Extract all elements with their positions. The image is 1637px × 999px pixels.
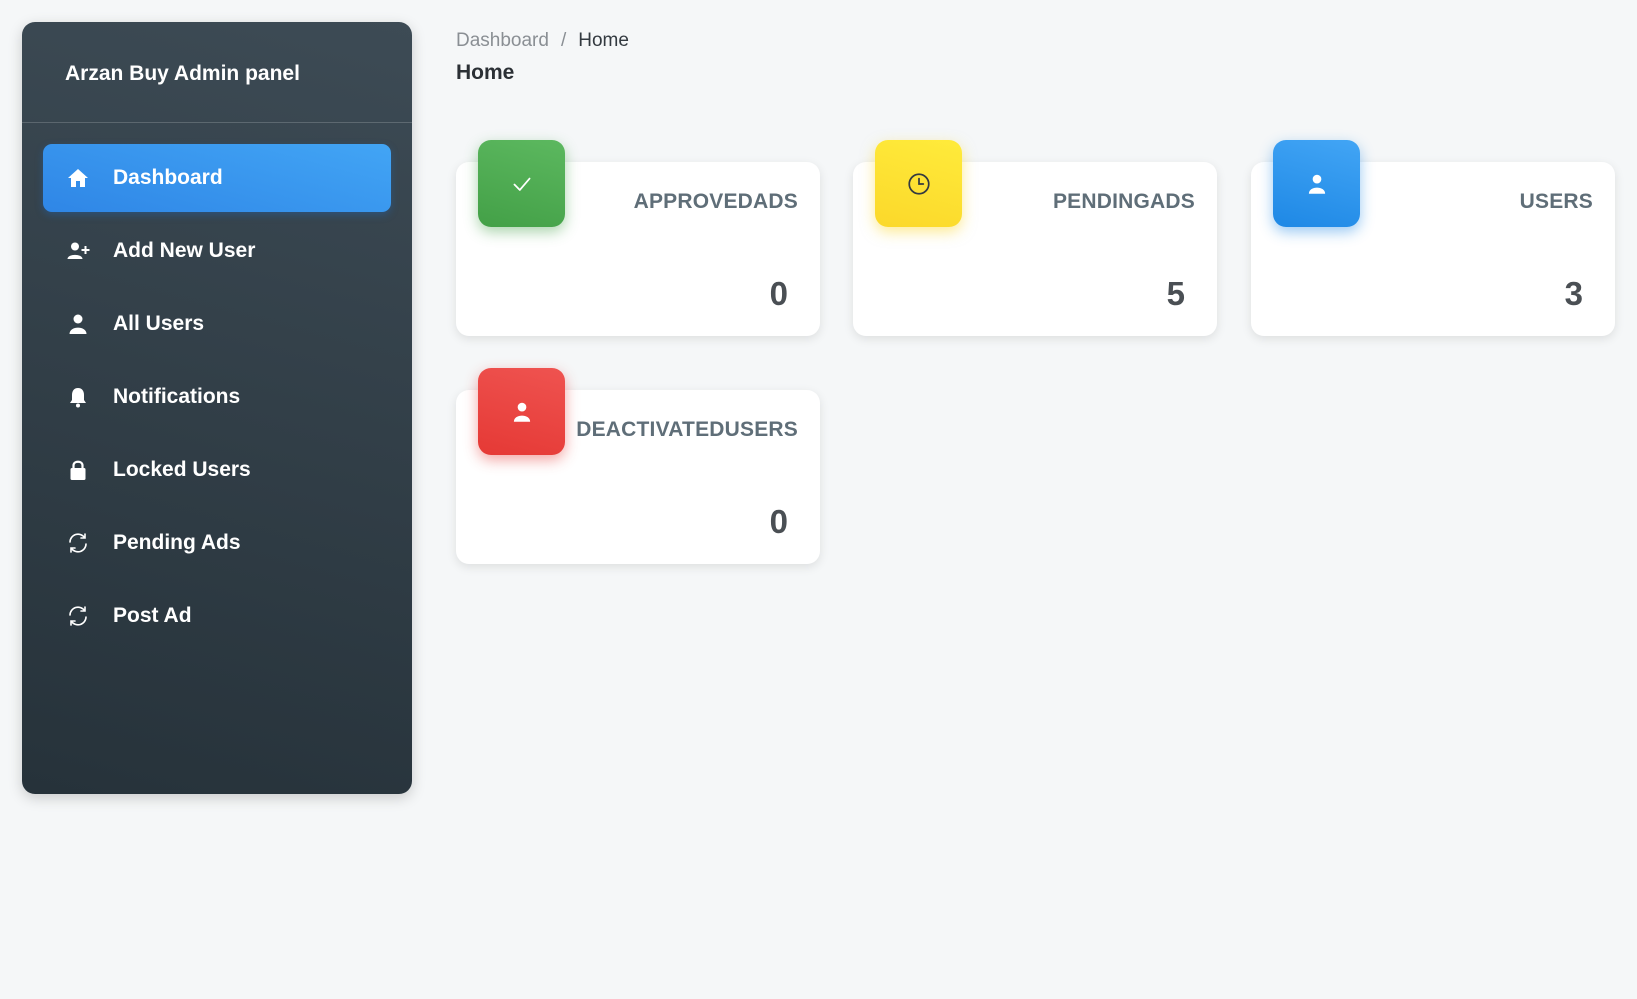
stat-card-users: USERS 3 (1251, 140, 1615, 336)
page-title: Home (456, 61, 515, 84)
sidebar-item-label: Dashboard (113, 166, 223, 189)
add-user-icon (65, 238, 91, 264)
stat-card-value: 0 (769, 503, 788, 540)
stat-card-deactivated-users: DEACTIVATEDUSERS 0 (456, 368, 820, 564)
check-icon (478, 140, 565, 227)
home-icon (65, 165, 91, 191)
sidebar-item-label: Locked Users (113, 458, 251, 481)
user-icon (1273, 140, 1360, 227)
sidebar-divider (22, 122, 412, 123)
stat-card-pending-ads: PENDINGADS 5 (853, 140, 1217, 336)
sidebar-item-label: All Users (113, 312, 205, 335)
sidebar-nav: Dashboard Add New User All Users Notific… (22, 144, 412, 650)
clock-icon (875, 140, 962, 227)
stat-card-value: 3 (1564, 275, 1583, 312)
lock-icon (65, 457, 91, 483)
stat-card-label: DEACTIVATEDUSERS (576, 418, 798, 441)
sidebar-item-add-new-user[interactable]: Add New User (43, 217, 391, 285)
breadcrumb-separator: / (560, 30, 567, 51)
refresh-icon (65, 603, 91, 629)
stat-card-approved-ads: APPROVEDADS 0 (456, 140, 820, 336)
sidebar-item-all-users[interactable]: All Users (43, 290, 391, 358)
sidebar-item-locked-users[interactable]: Locked Users (43, 436, 391, 504)
sidebar-item-post-ad[interactable]: Post Ad (43, 582, 391, 650)
breadcrumb-parent[interactable]: Dashboard (456, 30, 549, 51)
sidebar-item-label: Add New User (113, 239, 256, 262)
brand-title[interactable]: Arzan Buy Admin panel (22, 22, 412, 122)
user-icon (65, 311, 91, 337)
sidebar-item-label: Notifications (113, 385, 241, 408)
stat-card-label: USERS (1519, 190, 1593, 213)
sidebar-item-label: Pending Ads (113, 531, 241, 554)
bell-icon (65, 384, 91, 410)
sidebar-item-dashboard[interactable]: Dashboard (43, 144, 391, 212)
stat-card-label: APPROVEDADS (633, 190, 798, 213)
stat-card-label: PENDINGADS (1052, 190, 1195, 213)
user-icon (478, 368, 565, 455)
sidebar-item-pending-ads[interactable]: Pending Ads (43, 509, 391, 577)
stat-card-value: 5 (1166, 275, 1185, 312)
breadcrumb-current: Home (578, 30, 629, 51)
sidebar-item-label: Post Ad (113, 604, 192, 627)
refresh-icon (65, 530, 91, 556)
sidebar-item-notifications[interactable]: Notifications (43, 363, 391, 431)
breadcrumb: Dashboard / Home (456, 30, 629, 52)
sidebar: Arzan Buy Admin panel Dashboard Add New … (22, 22, 412, 794)
stat-card-value: 0 (769, 275, 788, 312)
